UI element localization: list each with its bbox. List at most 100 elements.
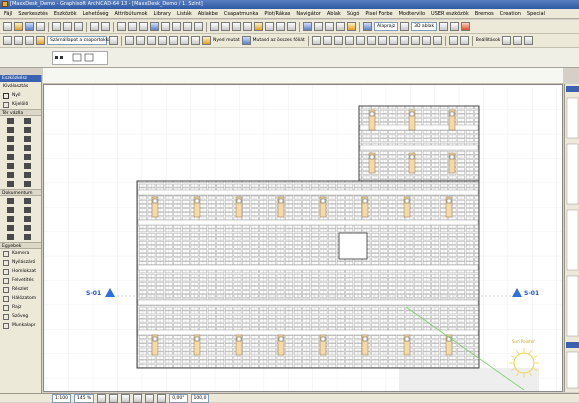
menu-item[interactable]: Szerkesztés <box>18 11 48 17</box>
teamwork-icon[interactable] <box>513 36 523 45</box>
layers-icon[interactable] <box>303 22 312 31</box>
line-icon[interactable] <box>128 22 137 31</box>
zoom-out-icon[interactable] <box>109 393 119 403</box>
next-zoom-icon[interactable] <box>157 393 167 403</box>
save-icon[interactable] <box>25 22 34 31</box>
grid-snap-icon[interactable] <box>355 36 365 45</box>
main-wing[interactable] <box>136 180 480 369</box>
zone-icon[interactable] <box>4 180 20 188</box>
select-icon[interactable] <box>161 22 170 31</box>
drawing-icon[interactable] <box>4 233 20 241</box>
menu-item[interactable]: Eszközök <box>54 11 77 17</box>
menu-item[interactable]: Plot/Rákas <box>264 11 290 17</box>
tool-item[interactable]: Munkalapr <box>0 321 41 330</box>
offset-icon[interactable] <box>232 22 241 31</box>
fit-window-icon[interactable] <box>147 36 156 45</box>
previous-view-icon[interactable] <box>180 36 189 45</box>
arrow-icon[interactable] <box>3 36 12 45</box>
label-icon[interactable] <box>21 206 37 214</box>
tool-selection[interactable]: Kiválasztás <box>0 82 41 91</box>
copy-icon[interactable] <box>63 22 72 31</box>
text-icon[interactable] <box>4 206 20 214</box>
menu-item[interactable]: Lehetőség <box>83 11 109 17</box>
pan-icon[interactable] <box>133 393 143 403</box>
3d-window-button[interactable]: 3D ablak <box>411 22 438 31</box>
paste-icon[interactable] <box>74 22 83 31</box>
navigator-palette[interactable] <box>564 84 579 392</box>
trace-swap-icon[interactable] <box>333 36 343 45</box>
fill-icon[interactable] <box>4 215 20 223</box>
value-field[interactable]: 100,0 <box>190 393 210 403</box>
fly-icon[interactable] <box>450 22 460 31</box>
plan-view-button[interactable]: Alaprajz <box>374 22 399 31</box>
group-icon[interactable] <box>254 22 263 31</box>
previous-zoom-icon[interactable] <box>145 393 155 403</box>
level-dimension-icon[interactable] <box>21 197 37 205</box>
snap-icon[interactable] <box>344 36 354 45</box>
pencil-icon[interactable] <box>117 22 126 31</box>
menu-item[interactable]: Ablak <box>327 11 341 17</box>
fit-window-icon[interactable] <box>121 393 131 403</box>
marquee-icon[interactable] <box>14 36 23 45</box>
unlock-icon[interactable] <box>287 22 296 31</box>
parallel-icon[interactable] <box>410 36 420 45</box>
section-design[interactable]: Tér vázlla <box>0 109 41 116</box>
show-all-layers-icon[interactable] <box>241 36 251 45</box>
trace-icon[interactable] <box>311 36 321 45</box>
nyed-mutat-label[interactable]: Nyed mutat <box>213 38 240 43</box>
roof-icon[interactable] <box>21 144 37 152</box>
dimension-icon[interactable] <box>4 197 20 205</box>
upper-wing[interactable] <box>358 105 480 182</box>
curtain-wall-icon[interactable] <box>4 162 20 170</box>
show-all-layers-label[interactable]: Mutasd az összes fóliát <box>253 38 305 43</box>
menu-item[interactable]: Súgó <box>347 11 360 17</box>
menu-item[interactable]: Creation <box>500 11 521 17</box>
tool-item[interactable]: Felvetítés <box>0 276 41 285</box>
floor-plan-icon[interactable] <box>363 22 372 31</box>
line-icon[interactable] <box>21 215 37 223</box>
open-folder-icon[interactable] <box>14 22 23 31</box>
menu-item[interactable]: Listák <box>177 11 192 17</box>
bisector-icon[interactable] <box>432 36 442 45</box>
menu-item[interactable]: Pixel Forbe <box>365 11 392 17</box>
tool-arrow[interactable]: Nyíl <box>0 91 41 100</box>
redo-icon[interactable] <box>101 22 110 31</box>
settings-label[interactable]: Beállítások <box>476 38 501 43</box>
view-3d-icon[interactable] <box>400 22 410 31</box>
slab-icon[interactable] <box>4 144 20 152</box>
floor-plan-drawing[interactable]: S-01 S-01 Sun Pointer <box>44 85 563 392</box>
pen-set-icon[interactable] <box>314 22 323 31</box>
wall-icon[interactable] <box>4 117 20 125</box>
lamp-icon[interactable] <box>21 171 37 179</box>
orbit-icon[interactable] <box>169 36 178 45</box>
skylight-icon[interactable] <box>21 153 37 161</box>
tool-item[interactable]: Nyílászáró <box>0 258 41 267</box>
relative-construct-icon[interactable] <box>399 36 409 45</box>
tool-marquee[interactable]: Kijelölő <box>0 100 41 109</box>
menu-item[interactable]: Ablakbe <box>198 11 218 17</box>
menu-item[interactable]: Modtervilo <box>399 11 425 17</box>
show-layer-icon[interactable] <box>202 36 211 45</box>
chevron-down-icon[interactable] <box>502 36 512 45</box>
stair-icon[interactable] <box>21 135 37 143</box>
mirror-icon[interactable] <box>183 22 192 31</box>
layer-combination-field[interactable]: Szárnállapot a csoportokkal <box>47 36 112 45</box>
print-icon[interactable] <box>36 22 45 31</box>
figure-icon[interactable] <box>21 233 37 241</box>
object-icon[interactable] <box>4 171 20 179</box>
trim-icon[interactable] <box>210 22 219 31</box>
next-view-icon[interactable] <box>191 36 200 45</box>
trace-compare-icon[interactable] <box>322 36 332 45</box>
zoom-out-icon[interactable] <box>136 36 145 45</box>
chevron-down-icon[interactable] <box>109 36 118 45</box>
arc-icon[interactable] <box>139 22 148 31</box>
section-document[interactable]: Dokumentum <box>0 189 41 196</box>
element-info-icon[interactable] <box>448 36 458 45</box>
menu-item[interactable]: Csapatmunka <box>224 11 258 17</box>
model-view-icon[interactable] <box>325 22 334 31</box>
section-more[interactable]: Egyebek <box>0 242 41 249</box>
perpendicular-icon[interactable] <box>421 36 431 45</box>
grid-icon[interactable] <box>150 22 159 31</box>
menu-item[interactable]: Attribútumok <box>115 11 148 17</box>
new-file-icon[interactable] <box>3 22 12 31</box>
